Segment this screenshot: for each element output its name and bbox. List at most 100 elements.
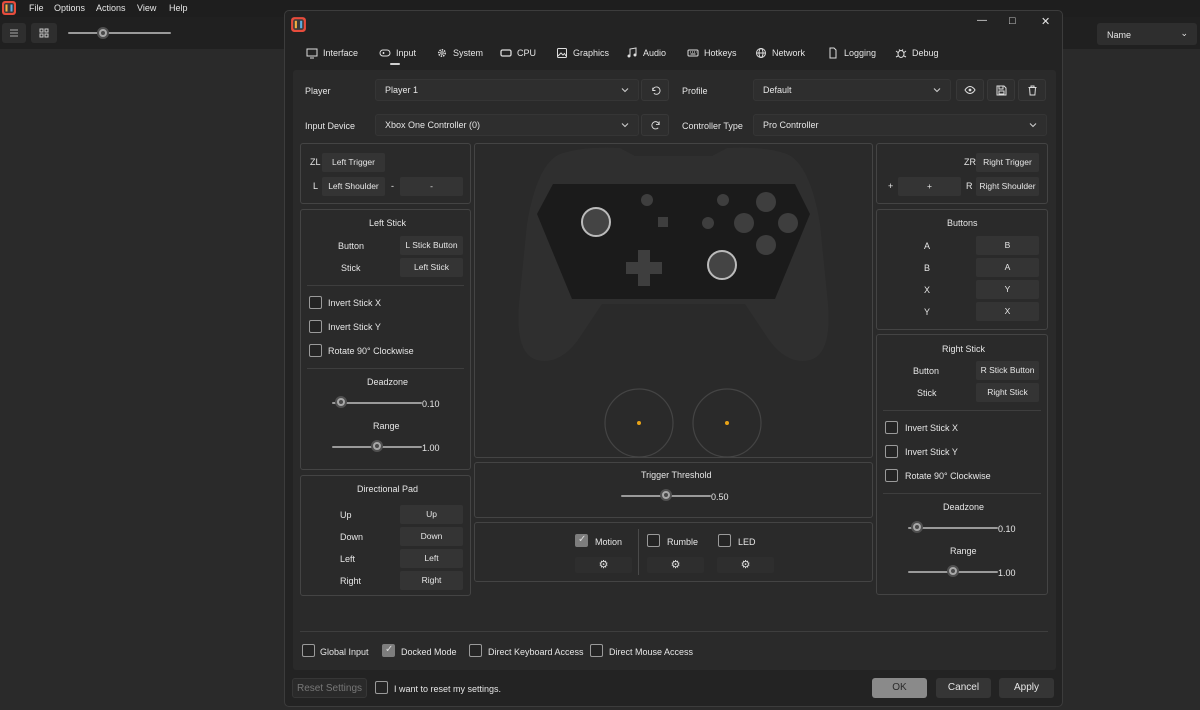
- profile-dropdown[interactable]: Default: [753, 79, 951, 101]
- maximize-icon[interactable]: □: [1009, 15, 1016, 27]
- trigger-threshold-knob[interactable]: [660, 489, 672, 501]
- gear-icon: ⚙: [740, 559, 751, 571]
- player-dropdown[interactable]: Player 1: [375, 79, 639, 101]
- view-profile-button[interactable]: [956, 79, 984, 101]
- tab-network[interactable]: Network: [755, 46, 805, 60]
- dpad-binding-button[interactable]: Down: [400, 527, 463, 546]
- zr-binding-button[interactable]: Right Trigger: [976, 153, 1039, 172]
- motion-settings-button[interactable]: ⚙: [575, 557, 632, 573]
- list-view-button[interactable]: [2, 23, 26, 43]
- save-profile-button[interactable]: [987, 79, 1015, 101]
- zl-binding-button[interactable]: Left Trigger: [322, 153, 385, 172]
- left-rotate-checkbox[interactable]: [309, 344, 322, 357]
- left-invert-y-checkbox[interactable]: [309, 320, 322, 333]
- left-range-value: 1.00: [422, 443, 440, 453]
- chevron-down-icon: [621, 88, 629, 93]
- menu-file[interactable]: File: [29, 3, 44, 13]
- direct-mouse-checkbox[interactable]: [590, 644, 603, 657]
- right-stick-button-binding[interactable]: R Stick Button: [976, 361, 1039, 380]
- menu-view[interactable]: View: [137, 3, 156, 13]
- delete-profile-button[interactable]: [1018, 79, 1046, 101]
- menu-help[interactable]: Help: [169, 3, 188, 13]
- tab-network-label: Network: [772, 48, 806, 58]
- left-stick-binding[interactable]: Left Stick: [400, 258, 463, 277]
- undo-button[interactable]: [641, 79, 669, 101]
- app-logo-icon: [2, 1, 16, 15]
- left-deadzone-value: 0.10: [422, 399, 440, 409]
- dpad-row-label: Up: [340, 510, 352, 520]
- led-checkbox[interactable]: [718, 534, 731, 547]
- direct-keyboard-checkbox[interactable]: [469, 644, 482, 657]
- tab-debug[interactable]: Debug: [895, 46, 939, 60]
- refresh-devices-button[interactable]: [641, 114, 669, 136]
- left-stick-button-binding[interactable]: L Stick Button: [400, 236, 463, 255]
- right-invert-y-checkbox[interactable]: [885, 445, 898, 458]
- button-binding-button[interactable]: B: [976, 236, 1039, 255]
- menu-actions[interactable]: Actions: [96, 3, 126, 13]
- b-button-icon: [756, 235, 776, 255]
- minimize-icon[interactable]: —: [977, 15, 987, 26]
- minus-binding-button[interactable]: -: [400, 177, 463, 196]
- icon-size-slider[interactable]: [68, 32, 171, 34]
- grid-view-button[interactable]: [31, 23, 57, 43]
- tab-graphics[interactable]: Graphics: [556, 46, 609, 60]
- l-binding-button[interactable]: Left Shoulder: [322, 177, 385, 196]
- rumble-checkbox[interactable]: [647, 534, 660, 547]
- button-binding-button[interactable]: X: [976, 302, 1039, 321]
- dpad-binding-button[interactable]: Left: [400, 549, 463, 568]
- left-range-knob[interactable]: [371, 440, 383, 452]
- close-icon[interactable]: ✕: [1041, 15, 1050, 28]
- tab-graphics-label: Graphics: [573, 48, 610, 58]
- right-range-knob[interactable]: [947, 565, 959, 577]
- r-binding-button[interactable]: Right Shoulder: [976, 177, 1039, 196]
- right-invert-x-checkbox[interactable]: [885, 421, 898, 434]
- left-deadzone-label: Deadzone: [367, 377, 409, 387]
- tab-system[interactable]: System: [436, 46, 483, 60]
- led-label: LED: [738, 537, 756, 547]
- profile-label: Profile: [682, 86, 708, 96]
- led-settings-button[interactable]: ⚙: [717, 557, 774, 573]
- global-input-checkbox[interactable]: [302, 644, 315, 657]
- left-invert-x-label: Invert Stick X: [328, 298, 382, 308]
- tab-audio[interactable]: Audio: [626, 46, 666, 60]
- rumble-settings-button[interactable]: ⚙: [647, 557, 704, 573]
- docked-mode-checkbox[interactable]: [382, 644, 395, 657]
- button-binding-button[interactable]: A: [976, 258, 1039, 277]
- minus-button-icon: [641, 194, 653, 206]
- menu-options[interactable]: Options: [54, 3, 85, 13]
- chevron-down-icon: ⌄: [1180, 28, 1188, 38]
- profile-value: Default: [763, 85, 792, 95]
- tab-interface[interactable]: Interface: [306, 46, 358, 60]
- apply-button[interactable]: Apply: [999, 678, 1054, 698]
- right-rotate-checkbox[interactable]: [885, 469, 898, 482]
- divider: [883, 493, 1041, 494]
- controller-type-dropdown[interactable]: Pro Controller: [753, 114, 1047, 136]
- sort-column-dropdown[interactable]: Name ⌄: [1097, 23, 1197, 45]
- cancel-button[interactable]: Cancel: [936, 678, 991, 698]
- right-invert-y-label: Invert Stick Y: [905, 447, 958, 457]
- chevron-down-icon: [933, 88, 941, 93]
- input-device-dropdown[interactable]: Xbox One Controller (0): [375, 114, 639, 136]
- left-invert-x-checkbox[interactable]: [309, 296, 322, 309]
- ok-button[interactable]: OK: [872, 678, 927, 698]
- dpad-binding-button[interactable]: Right: [400, 571, 463, 590]
- right-stick-title: Right Stick: [942, 344, 986, 354]
- reset-settings-button[interactable]: Reset Settings: [292, 678, 367, 698]
- right-stick-binding[interactable]: Right Stick: [976, 383, 1039, 402]
- tab-input[interactable]: Input: [379, 46, 416, 60]
- left-stick-stick-label: Stick: [341, 263, 361, 273]
- player-label: Player: [305, 86, 331, 96]
- tab-logging[interactable]: Logging: [827, 46, 876, 60]
- image-icon: [557, 48, 567, 58]
- reset-confirm-checkbox[interactable]: [375, 681, 388, 694]
- tab-cpu[interactable]: CPU: [500, 46, 536, 60]
- right-deadzone-knob[interactable]: [911, 521, 923, 533]
- home-button-icon: [702, 217, 714, 229]
- dpad-binding-button[interactable]: Up: [400, 505, 463, 524]
- tab-hotkeys[interactable]: Hotkeys: [687, 46, 737, 60]
- icon-size-slider-knob[interactable]: [97, 27, 109, 39]
- left-deadzone-knob[interactable]: [335, 396, 347, 408]
- plus-binding-button[interactable]: +: [898, 177, 961, 196]
- button-binding-button[interactable]: Y: [976, 280, 1039, 299]
- motion-checkbox[interactable]: [575, 534, 588, 547]
